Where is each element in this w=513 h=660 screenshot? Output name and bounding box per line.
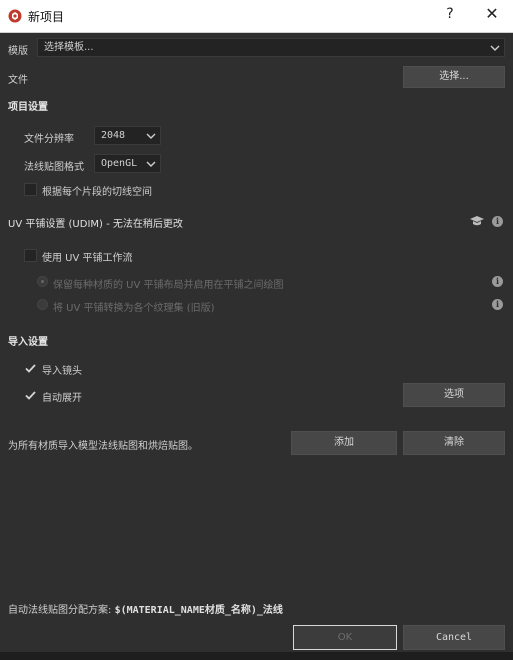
chevron-down-icon — [146, 133, 156, 139]
tangent-space-label: 根据每个片段的切线空间 — [42, 187, 152, 198]
info-icon[interactable]: i — [492, 216, 503, 227]
info-icon[interactable]: i — [492, 276, 503, 287]
resolution-value: 2048 — [101, 130, 126, 141]
bake-maps-text: 为所有材质导入模型法线贴图和烘焙贴图。 — [8, 441, 198, 452]
normal-map-scheme-label: 自动法线贴图分配方案: $(MATERIAL_NAME材质_名称)_法线 — [8, 601, 283, 616]
add-button[interactable]: 添加 — [291, 431, 397, 455]
uv-option-convert-radio[interactable] — [37, 299, 48, 310]
normal-format-select[interactable]: OpenGL — [94, 154, 161, 173]
normal-format-value: OpenGL — [101, 158, 138, 169]
import-cameras-label: 导入镜头 — [42, 366, 82, 377]
auto-unwrap-label: 自动展开 — [42, 393, 82, 404]
clear-button[interactable]: 清除 — [403, 431, 505, 455]
info-icon[interactable]: i — [492, 299, 503, 310]
file-label: 文件 — [8, 75, 28, 86]
bottom-edge — [0, 652, 513, 660]
use-uv-tile-checkbox[interactable] — [24, 249, 37, 262]
cancel-button[interactable]: Cancel — [403, 625, 505, 650]
ok-button[interactable]: OK — [293, 625, 397, 650]
resolution-label: 文件分辨率 — [24, 134, 74, 145]
import-settings-heading: 导入设置 — [8, 337, 48, 348]
choose-file-button[interactable]: 选择... — [403, 66, 505, 88]
chevron-down-icon — [146, 161, 156, 167]
title-bar: 新项目 ? ✕ — [0, 0, 513, 33]
help-button[interactable]: ? — [440, 6, 460, 22]
uv-option-preserve-label: 保留每种材质的 UV 平铺布局并启用在平铺之间绘图 — [53, 280, 284, 291]
normal-format-label: 法线贴图格式 — [24, 162, 84, 173]
auto-unwrap-checkbox[interactable] — [24, 389, 37, 402]
resolution-select[interactable]: 2048 — [94, 126, 161, 145]
tangent-space-checkbox[interactable] — [24, 183, 37, 196]
scheme-label-text: 自动法线贴图分配方案: — [8, 605, 112, 616]
unwrap-options-button[interactable]: 选项 — [403, 383, 505, 407]
import-cameras-checkbox[interactable] — [24, 362, 37, 375]
project-settings-heading: 项目设置 — [8, 102, 48, 113]
scheme-value: $(MATERIAL_NAME材质_名称)_法线 — [114, 605, 283, 616]
chevron-down-icon — [490, 45, 500, 51]
window-title: 新项目 — [28, 10, 65, 24]
uv-heading: UV 平铺设置 (UDIM) - 无法在稍后更改 — [8, 219, 183, 230]
close-button[interactable]: ✕ — [480, 4, 504, 23]
uv-option-convert-label: 将 UV 平铺转换为各个纹理集 (旧版) — [53, 303, 215, 314]
uv-option-preserve-radio[interactable] — [37, 276, 48, 287]
template-select-value: 选择模板... — [44, 42, 94, 53]
graduation-cap-icon[interactable] — [470, 215, 484, 227]
use-uv-tile-label: 使用 UV 平铺工作流 — [42, 253, 133, 264]
template-select[interactable]: 选择模板... — [37, 38, 505, 57]
app-logo-icon — [8, 9, 22, 23]
template-label: 模版 — [8, 46, 28, 57]
